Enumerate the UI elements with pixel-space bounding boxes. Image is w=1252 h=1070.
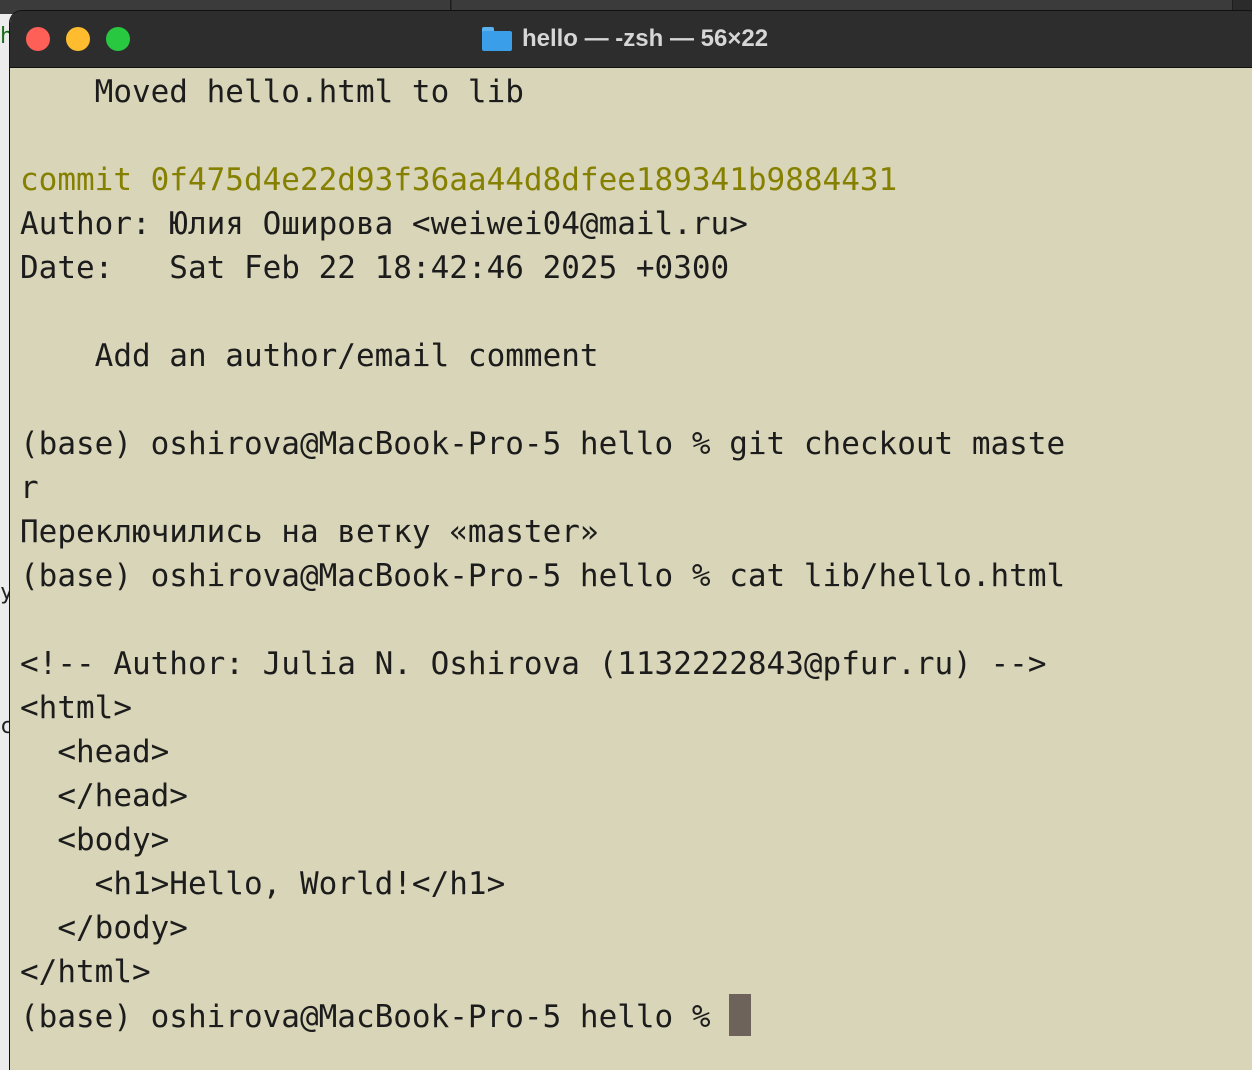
terminal-line: <html> [20,690,132,726]
terminal-line: r [20,470,39,506]
terminal-line: (base) oshirova@MacBook-Pro-5 hello % ca… [20,558,1066,594]
prompt-line[interactable]: (base) oshirova@MacBook-Pro-5 hello % [20,994,1065,1038]
terminal-line: Moved hello.html to lib [20,74,524,110]
terminal-line: <h1>Hello, World!</h1> [20,866,506,902]
terminal-line: <head> [20,734,170,770]
terminal-line: <body> [20,822,170,858]
terminal-line: Date: Sat Feb 22 18:42:46 2025 +0300 [20,250,730,286]
window-title-container: hello — -zsh — 56×22 [10,11,1252,67]
terminal-line: (base) oshirova@MacBook-Pro-5 hello % gi… [20,426,1066,462]
terminal-line: </html> [20,954,151,990]
shell-prompt: (base) oshirova@MacBook-Pro-5 hello % [20,999,730,1035]
title-bar[interactable]: hello — -zsh — 56×22 [10,11,1252,68]
terminal-line: Add an author/email comment [20,338,599,374]
terminal-lines: Moved hello.html to lib commit 0f475d4e2… [20,70,1065,1038]
text-cursor [729,994,752,1036]
commit-hash-line: commit 0f475d4e22d93f36aa44d8dfee189341b… [20,162,898,198]
desktop: h y c hello — -zsh — 56×22 Moved hello.h… [0,0,1252,1070]
terminal-output[interactable]: Moved hello.html to lib commit 0f475d4e2… [10,68,1252,1070]
terminal-line: </head> [20,778,188,814]
terminal-line: <!-- Author: Julia N. Oshirova (11322228… [20,646,1047,682]
window-title: hello — -zsh — 56×22 [521,25,769,52]
terminal-line: Author: Юлия Оширова <weiwei04@mail.ru> [20,206,748,242]
terminal-window[interactable]: hello — -zsh — 56×22 Moved hello.html to… [10,11,1252,1070]
terminal-line: Переключились на ветку «master» [20,514,599,550]
terminal-line: </body> [20,910,188,946]
folder-icon [481,27,512,51]
